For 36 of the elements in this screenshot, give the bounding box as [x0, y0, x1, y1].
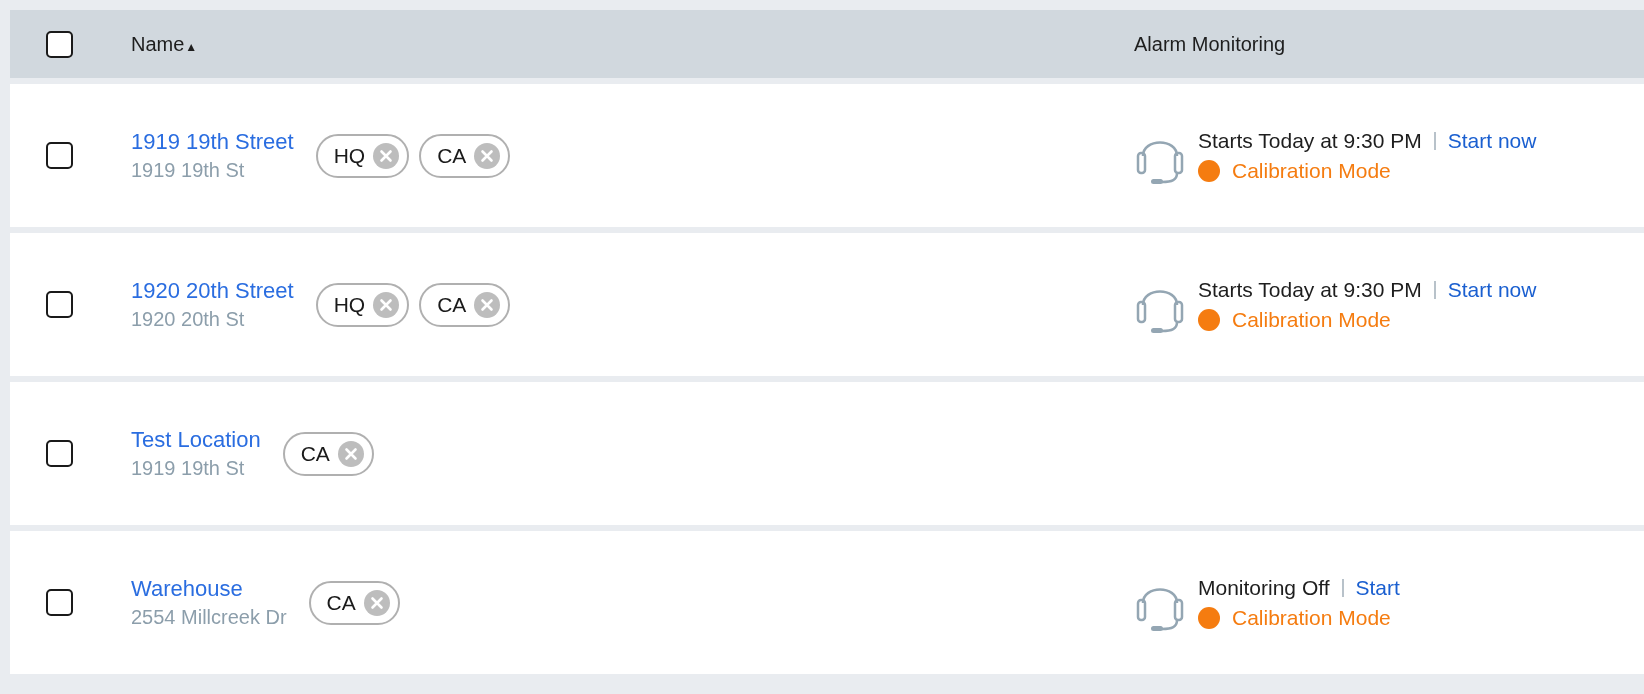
tag-label: CA: [437, 143, 467, 168]
name-column-header[interactable]: Name▲: [131, 32, 198, 56]
location-link[interactable]: 1919 19th Street: [131, 129, 294, 155]
remove-tag-icon[interactable]: [474, 142, 501, 169]
monitoring-status: Monitoring Off: [1198, 575, 1330, 600]
mode-label: Calibration Mode: [1232, 605, 1391, 630]
row-checkbox[interactable]: [46, 440, 73, 467]
monitoring-status: Starts Today at 9:30 PM: [1198, 277, 1422, 302]
select-all-checkbox[interactable]: [46, 30, 73, 58]
tag-label: CA: [300, 441, 330, 466]
location-address: 1920 20th St: [131, 308, 246, 331]
tag-label: HQ: [333, 292, 366, 317]
start-link[interactable]: Start now: [1447, 277, 1537, 302]
row-checkbox[interactable]: [46, 142, 73, 169]
remove-tag-icon[interactable]: [373, 291, 400, 318]
location-address: 1919 19th St: [131, 159, 246, 182]
start-link[interactable]: Start now: [1447, 128, 1537, 153]
tag-label: CA: [326, 590, 356, 615]
location-link[interactable]: 1920 20th Street: [131, 278, 294, 304]
tag-label: CA: [437, 292, 467, 317]
location-address: 1919 19th St: [131, 457, 246, 480]
row-checkbox[interactable]: [46, 291, 73, 318]
row-checkbox[interactable]: [46, 589, 73, 616]
remove-tag-icon[interactable]: [474, 291, 501, 318]
remove-tag-icon[interactable]: [337, 440, 364, 467]
remove-tag-icon[interactable]: [373, 142, 400, 169]
mode-label: Calibration Mode: [1232, 307, 1391, 332]
start-link[interactable]: Start: [1355, 575, 1400, 600]
monitoring-status: Starts Today at 9:30 PM: [1198, 128, 1422, 153]
tag-label: HQ: [333, 143, 366, 168]
location-link[interactable]: Test Location: [131, 427, 261, 453]
alarm-column-header: Alarm Monitoring: [1134, 32, 1286, 56]
mode-label: Calibration Mode: [1232, 158, 1391, 183]
location-link[interactable]: Warehouse: [131, 576, 287, 602]
location-address: 2554 Millcreek Dr: [131, 606, 287, 629]
remove-tag-icon[interactable]: [363, 589, 390, 616]
